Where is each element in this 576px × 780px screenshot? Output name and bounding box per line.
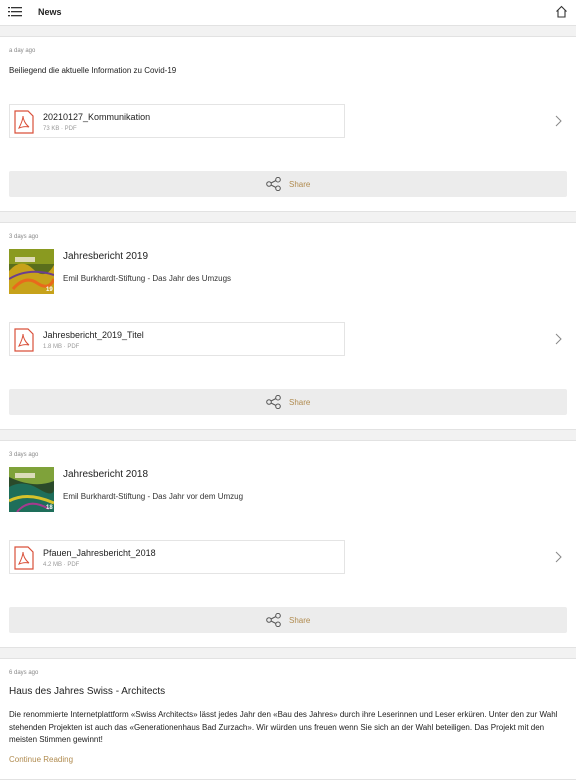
news-card: 3 days ago 19 Jahresbericht 2019 Emil Bu…	[0, 222, 576, 430]
attachment-name: 20210127_Kommunikation	[43, 112, 151, 122]
post-subtitle: Emil Burkhardt-Stiftung - Das Jahr vor d…	[63, 492, 244, 501]
pdf-icon	[14, 110, 34, 134]
news-card: a day ago Beiliegend die aktuelle Inform…	[0, 36, 576, 212]
news-card: 3 days ago 18 Jahresbericht 2018 Emil Bu…	[0, 440, 576, 648]
post-body: Die renommierte Internetplattform «Swiss…	[9, 710, 558, 744]
share-label: Share	[289, 615, 311, 625]
news-card: 6 days ago Haus des Jahres Swiss - Archi…	[0, 658, 576, 780]
share-button[interactable]: Share	[9, 171, 567, 197]
chevron-right-icon[interactable]	[554, 333, 562, 345]
share-icon	[266, 177, 281, 191]
chevron-right-icon[interactable]	[554, 551, 562, 563]
page-title: News	[38, 7, 62, 17]
top-bar: News	[0, 0, 576, 26]
post-timestamp: 6 days ago	[9, 670, 39, 676]
report-cover-image: 19	[9, 249, 54, 294]
report-thumbnail[interactable]: 18	[9, 467, 54, 512]
report-cover-image: 18	[9, 467, 54, 512]
attachment-name: Pfauen_Jahresbericht_2018	[43, 548, 156, 558]
share-icon	[266, 395, 281, 409]
thumbnail-badge: 18	[46, 505, 53, 511]
pdf-icon	[14, 328, 34, 352]
post-timestamp: 3 days ago	[9, 234, 39, 240]
share-icon	[266, 613, 281, 627]
share-button[interactable]: Share	[9, 607, 567, 633]
menu-icon[interactable]	[8, 6, 22, 18]
post-text: Beiliegend die aktuelle Information zu C…	[9, 66, 177, 75]
chevron-right-icon[interactable]	[554, 115, 562, 127]
share-label: Share	[289, 179, 311, 189]
continue-reading-link[interactable]: Continue Reading	[9, 755, 73, 764]
attachment-meta: 4.2 MB · PDF	[43, 562, 80, 568]
attachment-item[interactable]: Pfauen_Jahresbericht_2018 4.2 MB · PDF	[9, 540, 345, 574]
home-icon[interactable]	[555, 5, 568, 18]
pdf-icon	[14, 546, 34, 570]
post-subtitle: Emil Burkhardt-Stiftung - Das Jahr des U…	[63, 274, 232, 283]
report-thumbnail[interactable]: 19	[9, 249, 54, 294]
thumbnail-badge: 19	[46, 287, 53, 293]
attachment-meta: 73 KB · PDF	[43, 126, 77, 132]
post-title: Jahresbericht 2018	[63, 469, 149, 480]
post-title: Jahresbericht 2019	[63, 251, 149, 262]
share-button[interactable]: Share	[9, 389, 567, 415]
attachment-item[interactable]: Jahresbericht_2019_Titel 1.8 MB · PDF	[9, 322, 345, 356]
post-timestamp: a day ago	[9, 48, 36, 54]
share-label: Share	[289, 397, 311, 407]
post-title: Haus des Jahres Swiss - Architects	[9, 686, 166, 697]
attachment-item[interactable]: 20210127_Kommunikation 73 KB · PDF	[9, 104, 345, 138]
attachment-name: Jahresbericht_2019_Titel	[43, 330, 144, 340]
post-timestamp: 3 days ago	[9, 452, 39, 458]
attachment-meta: 1.8 MB · PDF	[43, 344, 80, 350]
